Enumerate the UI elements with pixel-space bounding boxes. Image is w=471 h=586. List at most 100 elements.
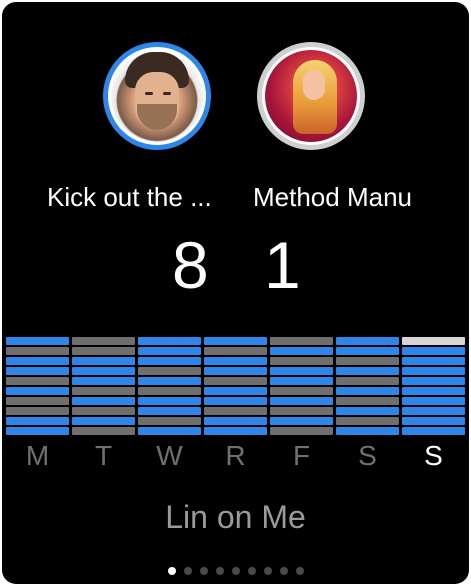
user-name-right: Method Manu <box>253 182 412 212</box>
page-dot[interactable] <box>200 567 208 575</box>
page-dot[interactable] <box>280 567 288 575</box>
chart-segment <box>336 417 399 425</box>
chart-segment <box>6 427 69 435</box>
chart-column-1 <box>72 337 135 435</box>
chart-segment <box>402 357 465 365</box>
chart-segment <box>204 357 267 365</box>
watch-screen: Kick out the ... Method Manu 8 1 MTWRFSS… <box>2 2 469 584</box>
chart-segment <box>204 387 267 395</box>
chart-segment <box>72 397 135 405</box>
chart-segment <box>6 367 69 375</box>
chart-segment <box>402 417 465 425</box>
day-label[interactable]: R <box>204 440 267 472</box>
chart-segment <box>204 367 267 375</box>
chart-segment <box>204 407 267 415</box>
chart-segment <box>138 397 201 405</box>
page-dot[interactable] <box>264 567 272 575</box>
page-indicator <box>2 567 469 577</box>
day-label[interactable]: S <box>402 440 465 472</box>
chart-segment <box>270 397 333 405</box>
chart-column-6 <box>402 337 465 435</box>
chart-segment <box>270 417 333 425</box>
user-count-left: 8 <box>172 228 209 302</box>
chart-segment <box>336 397 399 405</box>
chart-segment <box>336 347 399 355</box>
chart-segment <box>270 367 333 375</box>
chart-segment <box>6 357 69 365</box>
chart-segment <box>138 407 201 415</box>
chart-segment <box>402 397 465 405</box>
chart-segment <box>72 387 135 395</box>
chart-segment <box>72 337 135 345</box>
chart-segment <box>6 377 69 385</box>
chart-segment <box>402 367 465 375</box>
chart-column-3 <box>204 337 267 435</box>
chart-segment <box>204 397 267 405</box>
page-dot[interactable] <box>248 567 256 575</box>
chart-segment <box>336 387 399 395</box>
user-count-right: 1 <box>264 228 301 302</box>
chart-segment <box>336 357 399 365</box>
day-label[interactable]: M <box>6 440 69 472</box>
page-dot[interactable] <box>296 567 304 575</box>
chart-segment <box>336 377 399 385</box>
track-title: Lin on Me <box>165 499 306 535</box>
chart-segment <box>270 387 333 395</box>
chart-column-0 <box>6 337 69 435</box>
chart-segment <box>402 407 465 415</box>
chart-segment <box>204 417 267 425</box>
chart-segment <box>138 417 201 425</box>
chart-segment <box>72 417 135 425</box>
chart-segment <box>270 357 333 365</box>
page-dot[interactable] <box>232 567 240 575</box>
page-dot[interactable] <box>168 567 176 575</box>
chart-segment <box>72 347 135 355</box>
chart-segment <box>72 357 135 365</box>
chart-segment <box>6 417 69 425</box>
chart-segment <box>270 427 333 435</box>
chart-segment <box>138 387 201 395</box>
chart-segment <box>204 347 267 355</box>
chart-segment <box>6 347 69 355</box>
chart-segment <box>270 377 333 385</box>
chart-column-2 <box>138 337 201 435</box>
weekly-activity-chart <box>6 337 469 435</box>
page-dot[interactable] <box>184 567 192 575</box>
chart-segment <box>270 407 333 415</box>
chart-segment <box>402 337 465 345</box>
chart-segment <box>402 377 465 385</box>
user-avatar-right[interactable] <box>257 42 365 150</box>
page-dot[interactable] <box>216 567 224 575</box>
chart-segment <box>138 377 201 385</box>
user-name-left: Kick out the ... <box>47 182 212 212</box>
user-photo-right <box>265 50 357 142</box>
chart-segment <box>6 387 69 395</box>
chart-segment <box>204 337 267 345</box>
chart-segment <box>336 367 399 375</box>
chart-segment <box>6 337 69 345</box>
chart-segment <box>270 337 333 345</box>
chart-segment <box>138 427 201 435</box>
chart-segment <box>336 427 399 435</box>
chart-segment <box>138 347 201 355</box>
chart-segment <box>138 357 201 365</box>
chart-segment <box>270 347 333 355</box>
chart-segment <box>6 397 69 405</box>
chart-column-4 <box>270 337 333 435</box>
chart-segment <box>72 367 135 375</box>
user-photo-left <box>111 50 203 142</box>
day-label[interactable]: T <box>72 440 135 472</box>
chart-segment <box>72 427 135 435</box>
user-avatar-left[interactable] <box>103 42 211 150</box>
chart-segment <box>402 347 465 355</box>
day-label[interactable]: F <box>270 440 333 472</box>
chart-segment <box>138 367 201 375</box>
chart-segment <box>402 387 465 395</box>
chart-segment <box>204 377 267 385</box>
day-label[interactable]: S <box>336 440 399 472</box>
day-label[interactable]: W <box>138 440 201 472</box>
chart-segment <box>6 407 69 415</box>
chart-segment <box>72 407 135 415</box>
chart-segment <box>72 377 135 385</box>
chart-segment <box>336 407 399 415</box>
